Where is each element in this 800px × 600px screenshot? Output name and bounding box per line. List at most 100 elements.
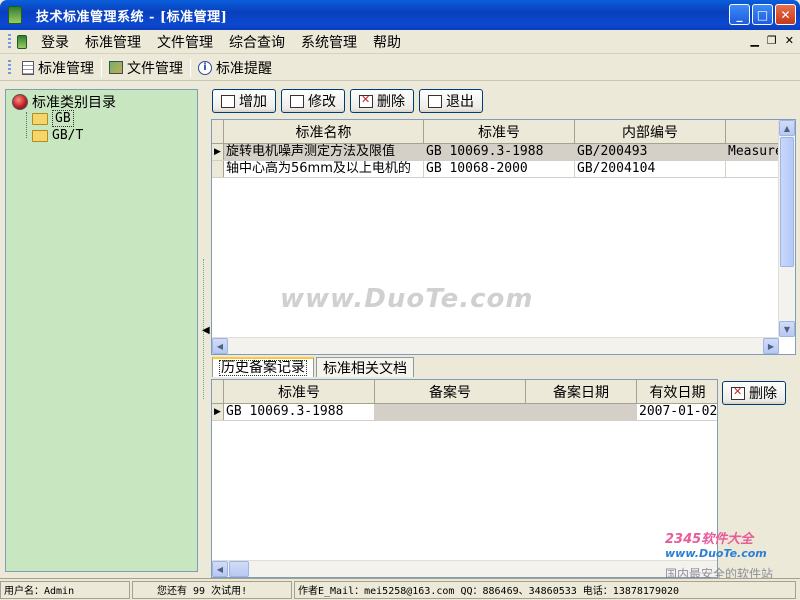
table-cell[interactable] xyxy=(375,404,526,420)
delete-icon xyxy=(731,385,745,400)
tree-connector xyxy=(26,112,27,138)
mdi-minimize-icon[interactable]: ▁ xyxy=(750,34,758,47)
table-cell[interactable] xyxy=(726,161,786,177)
mdi-restore-icon[interactable]: ❐ xyxy=(767,34,777,47)
column-header[interactable]: 备案号 xyxy=(375,380,526,403)
status-trial: 您还有 99 次试用! xyxy=(132,580,292,599)
history-grid[interactable]: 标准号 备案号 备案日期 有效日期 ▶ GB 10069.3-1988 2007… xyxy=(211,379,718,578)
add-button[interactable]: 增加 xyxy=(212,89,276,113)
column-header[interactable]: 标准号 xyxy=(424,120,575,143)
toolbar-label: 标准提醒 xyxy=(216,60,272,77)
corner-brand-logo: 2345软件大全 www.DuoTe.com xyxy=(665,528,767,560)
mdi-close-icon[interactable]: ✕ xyxy=(785,34,794,47)
menu-system[interactable]: 系统管理 xyxy=(293,32,365,52)
scroll-thumb[interactable] xyxy=(780,137,794,267)
tree-item-gbt[interactable]: GB/T xyxy=(32,128,83,143)
tree-item-gb[interactable]: GB xyxy=(32,110,74,127)
edit-button[interactable]: 修改 xyxy=(281,89,345,113)
column-header[interactable]: 备案日期 xyxy=(526,380,637,403)
table-cell[interactable]: GB 10068-2000 xyxy=(424,161,575,177)
watermark: www.DuoTe.com xyxy=(280,284,534,314)
column-header[interactable]: 标准名称 xyxy=(224,120,424,143)
minimize-button[interactable]: _ xyxy=(729,4,750,25)
table-cell[interactable]: GB/2004104 xyxy=(575,161,726,177)
table-cell[interactable]: 轴中心高为56mm及以上电机的 xyxy=(224,161,424,177)
grid-header: 标准号 备案号 备案日期 有效日期 xyxy=(212,380,717,404)
collapse-left-icon[interactable]: ◀ xyxy=(202,325,210,336)
table-row[interactable]: ▶ GB 10069.3-1988 2007-01-02 xyxy=(212,404,717,421)
standards-grid[interactable]: 标准名称 标准号 内部编号 ▶ 旋转电机噪声测定方法及限值 GB 10069.3… xyxy=(211,119,796,355)
menu-bar: 登录 标准管理 文件管理 综合查询 系统管理 帮助 ▁ ❐ ✕ xyxy=(0,30,800,54)
row-header-corner xyxy=(212,120,224,143)
grid-horizontal-scrollbar[interactable]: ◀ ▶ xyxy=(212,337,779,354)
category-tree[interactable]: 标准类别目录 GB GB/T xyxy=(5,89,198,572)
status-bar: 用户名：Admin 您还有 99 次试用! 作者E_Mail：mei5258@1… xyxy=(0,578,800,600)
detail-tabs: 历史备案记录 标准相关文档 xyxy=(212,357,414,377)
table-cell[interactable]: 旋转电机噪声测定方法及限值 xyxy=(224,144,424,160)
toolbar-separator xyxy=(101,58,102,77)
maximize-button[interactable]: □ xyxy=(752,4,773,25)
scroll-right-icon[interactable]: ▶ xyxy=(763,338,779,354)
menu-query[interactable]: 综合查询 xyxy=(221,32,293,52)
table-cell[interactable]: GB/200493 xyxy=(575,144,726,160)
table-cell[interactable]: 2007-01-02 xyxy=(637,404,717,420)
toolbar-grip[interactable] xyxy=(8,59,11,76)
corner-brand-url: www.DuoTe.com xyxy=(665,547,767,560)
grid-vertical-scrollbar[interactable]: ▲ ▼ xyxy=(778,120,795,337)
grid-header: 标准名称 标准号 内部编号 xyxy=(212,120,786,144)
add-button-label: 增加 xyxy=(239,94,267,110)
toolbar-standard-reminder[interactable]: i 标准提醒 xyxy=(193,58,277,78)
folder-icon xyxy=(32,129,48,142)
history-delete-button[interactable]: 删除 xyxy=(722,381,786,405)
tab-related-documents[interactable]: 标准相关文档 xyxy=(316,357,414,377)
status-author: 作者E_Mail：mei5258@163.com QQ：886469、34860… xyxy=(294,580,796,599)
exit-button-label: 退出 xyxy=(446,94,474,110)
document-icon xyxy=(22,60,34,75)
tree-root[interactable]: 标准类别目录 xyxy=(12,92,116,112)
delete-button-label: 删除 xyxy=(377,94,405,110)
column-header[interactable]: 有效日期 xyxy=(637,380,717,403)
toolbar-standard-management[interactable]: 标准管理 xyxy=(17,58,99,78)
delete-button[interactable]: 删除 xyxy=(350,89,414,113)
close-button[interactable]: ✕ xyxy=(775,4,796,25)
scroll-up-icon[interactable]: ▲ xyxy=(779,120,795,136)
scroll-left-icon[interactable]: ◀ xyxy=(212,338,228,354)
action-toolbar: 增加 修改 删除 退出 xyxy=(212,89,483,113)
menu-login[interactable]: 登录 xyxy=(33,32,77,52)
tree-root-label: 标准类别目录 xyxy=(32,95,116,111)
title-bar[interactable]: 技术标准管理系统 - [标准管理] _ □ ✕ xyxy=(0,0,800,30)
table-cell[interactable]: GB 10069.3-1988 xyxy=(424,144,575,160)
table-row[interactable]: ▶ 旋转电机噪声测定方法及限值 GB 10069.3-1988 GB/20049… xyxy=(212,144,786,161)
tab-label: 历史备案记录 xyxy=(219,360,307,376)
row-header-corner xyxy=(212,380,224,403)
table-cell[interactable]: GB 10069.3-1988 xyxy=(224,404,375,420)
row-indicator xyxy=(212,161,224,177)
table-row[interactable]: 轴中心高为56mm及以上电机的 GB 10068-2000 GB/2004104 xyxy=(212,161,786,178)
menu-help[interactable]: 帮助 xyxy=(365,32,409,52)
window-controls: _ □ ✕ xyxy=(729,4,796,25)
tab-history-records[interactable]: 历史备案记录 xyxy=(212,357,314,377)
column-header[interactable] xyxy=(726,120,786,143)
toolbar-file-management[interactable]: 文件管理 xyxy=(104,58,188,78)
history-delete-label: 删除 xyxy=(749,386,777,402)
folder-icon xyxy=(32,112,48,125)
scroll-thumb[interactable] xyxy=(229,561,249,577)
column-header[interactable]: 内部编号 xyxy=(575,120,726,143)
scroll-left-icon[interactable]: ◀ xyxy=(212,561,228,577)
menu-standard-management[interactable]: 标准管理 xyxy=(77,32,149,52)
menu-grip[interactable] xyxy=(8,33,11,50)
table-cell[interactable] xyxy=(526,404,637,420)
menu-file-management[interactable]: 文件管理 xyxy=(149,32,221,52)
column-header[interactable]: 标准号 xyxy=(224,380,375,403)
add-icon xyxy=(221,94,235,108)
scroll-down-icon[interactable]: ▼ xyxy=(779,321,795,337)
tree-root-icon xyxy=(12,94,28,110)
menu-app-icon xyxy=(17,34,27,49)
app-icon xyxy=(8,6,22,24)
table-cell[interactable]: Measure xyxy=(726,144,786,160)
history-horizontal-scrollbar[interactable]: ◀ xyxy=(212,560,717,577)
pane-splitter[interactable]: ◀ xyxy=(200,89,210,572)
exit-button[interactable]: 退出 xyxy=(419,89,483,113)
edit-button-label: 修改 xyxy=(308,94,336,110)
edit-icon xyxy=(290,94,304,108)
